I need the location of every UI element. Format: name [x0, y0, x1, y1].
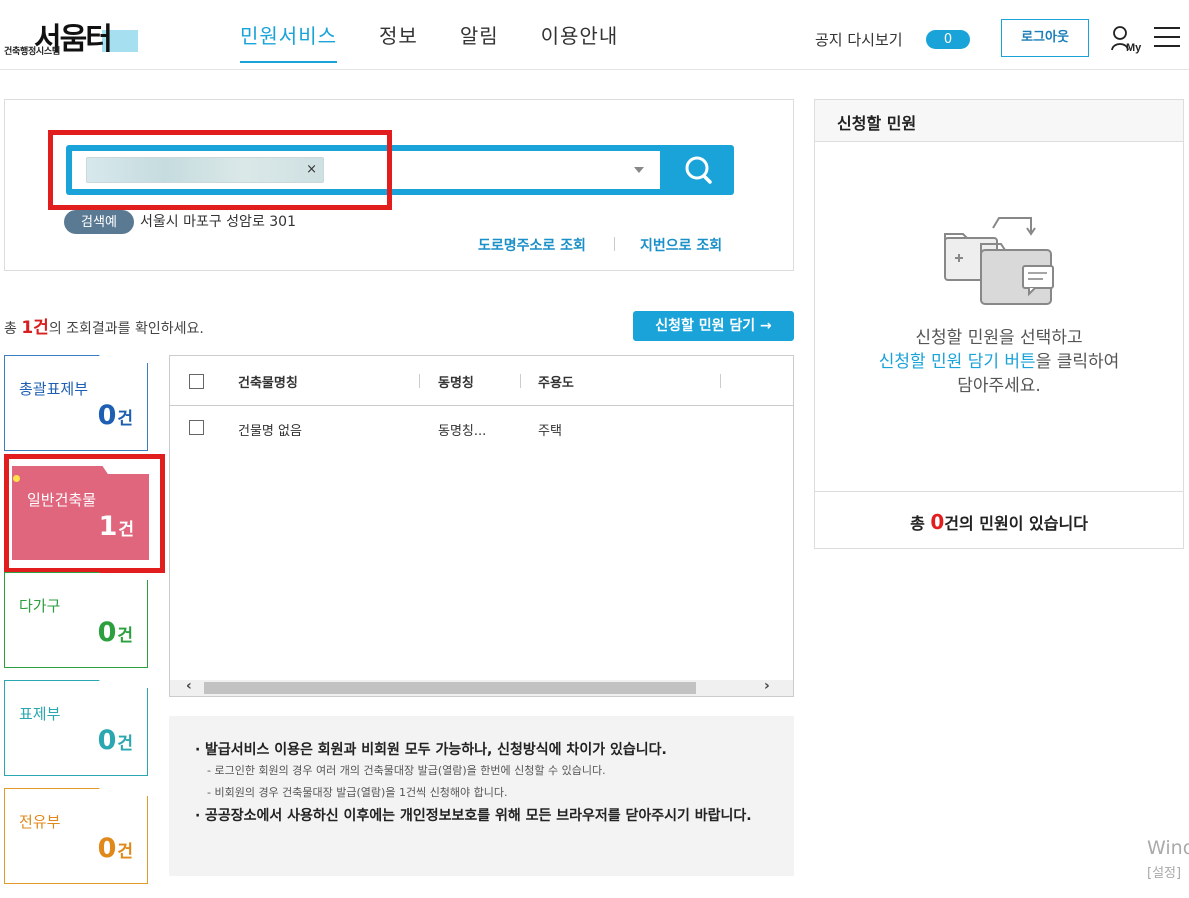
highlight-box-search [48, 130, 392, 210]
notice-info-box: 발급서비스 이용은 회원과 비회원 모두 가능하나, 신청방식에 차이가 있습니… [169, 716, 794, 876]
nav-info[interactable]: 정보 [379, 0, 418, 63]
notice-replay-link[interactable]: 공지 다시보기 [815, 29, 903, 50]
search-example-tag: 검색예 [64, 210, 134, 234]
scrollbar-thumb[interactable] [204, 682, 696, 694]
application-cart-panel: 신청할 민원 신청할 민원을 선택하고 신청할 민원 담기 버튼을 클릭하여 담… [814, 99, 1184, 549]
menu-hamburger-icon[interactable] [1154, 27, 1180, 49]
select-all-checkbox[interactable] [189, 374, 204, 389]
search-example-text: 서울시 마포구 성암로 301 [140, 214, 296, 230]
horizontal-scrollbar[interactable]: ‹ › [170, 678, 793, 696]
logo-subtitle: 건축행정시스템 [4, 47, 60, 57]
nav-civil-service[interactable]: 민원서비스 [240, 0, 337, 63]
cart-title: 신청할 민원 [815, 100, 1183, 142]
cell-dong-name: 동명칭... [438, 424, 487, 439]
table-header: 건축물명칭 동명칭 주용도 [170, 356, 793, 406]
notice-count-badge[interactable]: 0 [926, 30, 970, 49]
link-divider [614, 237, 615, 251]
col-building-name[interactable]: 건축물명칭 [238, 372, 298, 391]
my-page-icon[interactable]: My [1110, 24, 1144, 54]
search-icon [685, 156, 712, 184]
scroll-left-icon[interactable]: ‹ [186, 678, 192, 694]
nav-guide[interactable]: 이용안내 [541, 0, 619, 63]
logout-button[interactable]: 로그아웃 [1001, 19, 1089, 57]
nav-notice[interactable]: 알림 [460, 0, 499, 63]
category-total-title[interactable]: 총괄표제부 0건 [4, 355, 148, 451]
chevron-down-icon[interactable] [634, 167, 644, 173]
category-exclusive-section[interactable]: 전유부 0건 [4, 788, 148, 884]
os-activation-watermark: Wind [1147, 837, 1189, 859]
jibun-search-link[interactable]: 지번으로 조회 [640, 235, 722, 255]
cell-main-use: 주택 [538, 424, 562, 439]
col-dong-name[interactable]: 동명칭 [438, 372, 474, 391]
cell-building-name: 건물명 없음 [238, 424, 302, 439]
result-table: 건축물명칭 동명칭 주용도 건물명 없음 동명칭... 주택 ‹ › [169, 355, 794, 697]
highlight-box-category [4, 454, 165, 573]
os-activation-watermark-sub: [설정] [1147, 866, 1182, 881]
info-sub-1: - 로그인한 회원의 경우 여러 개의 건축물대장 발급(열람)을 한번에 신청… [207, 764, 606, 777]
category-title-section[interactable]: 표제부 0건 [4, 680, 148, 776]
my-label: My [1126, 42, 1142, 54]
header: 서움터 건축행정시스템 민원서비스 정보 알림 이용안내 공지 다시보기 0 로… [0, 0, 1189, 70]
col-main-use[interactable]: 주용도 [538, 372, 574, 391]
road-address-search-link[interactable]: 도로명주소로 조회 [478, 235, 586, 255]
info-item-1: 발급서비스 이용은 회원과 비회원 모두 가능하나, 신청방식에 차이가 있습니… [195, 740, 794, 760]
cart-total: 총 0건의 민원이 있습니다 [815, 491, 1183, 548]
folder-transfer-icon [941, 214, 1059, 310]
result-count-number: 1건 [21, 318, 49, 338]
cursor-dot [13, 475, 20, 482]
scroll-right-icon[interactable]: › [764, 678, 770, 694]
add-to-cart-button[interactable]: 신청할 민원 담기 → [633, 311, 794, 341]
search-button[interactable] [664, 145, 734, 195]
row-checkbox[interactable] [189, 420, 204, 435]
info-sub-2: - 비회원의 경우 건축물대장 발급(열람)을 1건씩 신청해야 합니다. [207, 786, 508, 799]
main-nav: 민원서비스 정보 알림 이용안내 [240, 0, 660, 70]
logo[interactable]: 서움터 건축행정시스템 [4, 12, 144, 60]
result-count-text: 총 1건의 조회결과를 확인하세요. [4, 318, 204, 338]
info-item-2: 공공장소에서 사용하신 이후에는 개인정보보호를 위해 모든 브라우저를 닫아주… [195, 806, 775, 826]
category-multi-household[interactable]: 다가구 0건 [4, 572, 148, 668]
cart-empty-message: 신청할 민원을 선택하고 신청할 민원 담기 버튼을 클릭하여 담아주세요. [878, 328, 1120, 396]
